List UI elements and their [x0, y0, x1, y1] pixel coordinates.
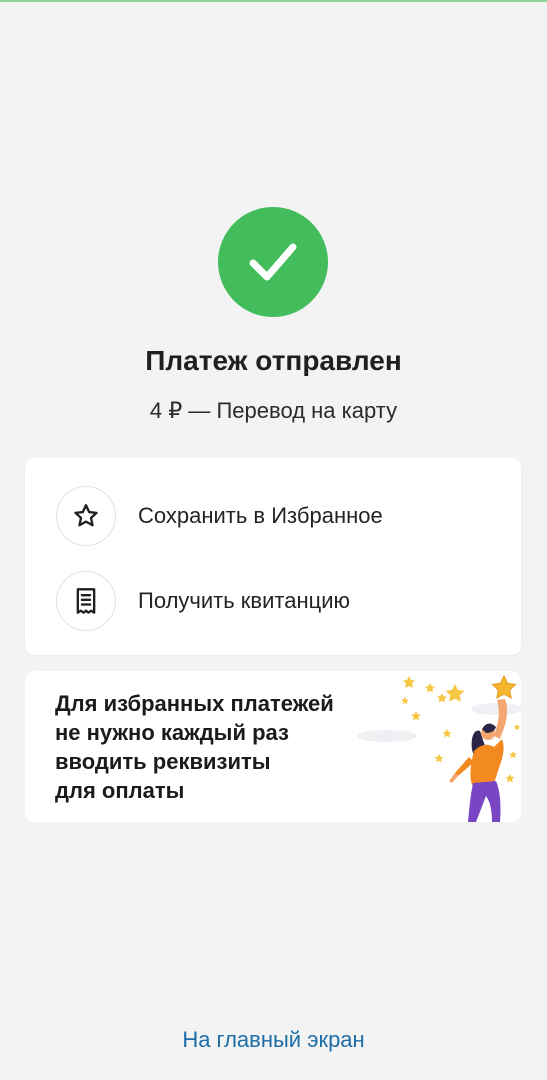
- receipt-icon: [56, 571, 116, 631]
- promo-line: Для избранных платежей: [55, 691, 334, 716]
- save-to-favorites-button[interactable]: Сохранить в Избранное: [56, 486, 496, 546]
- promo-line: для оплаты: [55, 778, 185, 803]
- get-receipt-button[interactable]: Получить квитанцию: [56, 571, 496, 631]
- home-screen-link[interactable]: На главный экран: [0, 1027, 547, 1053]
- actions-card: Сохранить в Избранное Получить квитанцию: [25, 458, 521, 655]
- top-divider: [0, 0, 547, 2]
- promo-line: не нужно каждый раз: [55, 720, 289, 745]
- star-icon: [56, 486, 116, 546]
- payment-summary: 4 ₽ — Перевод на карту: [149, 398, 398, 423]
- get-receipt-label: Получить квитанцию: [138, 588, 351, 613]
- success-checkmark-icon: [218, 207, 328, 317]
- checkmark-icon: [249, 243, 297, 281]
- promo-line: вводить реквизиты: [55, 749, 271, 774]
- promo-text: Для избранных платежей не нужно каждый р…: [55, 689, 375, 805]
- payment-status-title: Платеж отправлен: [145, 345, 402, 376]
- payment-success-screen: Платеж отправлен 4 ₽ — Перевод на карту …: [0, 0, 547, 1080]
- woman-reaching-star-illustration: [357, 674, 521, 822]
- favorites-promo-banner[interactable]: Для избранных платежей не нужно каждый р…: [25, 671, 521, 822]
- save-to-favorites-label: Сохранить в Избранное: [138, 503, 383, 528]
